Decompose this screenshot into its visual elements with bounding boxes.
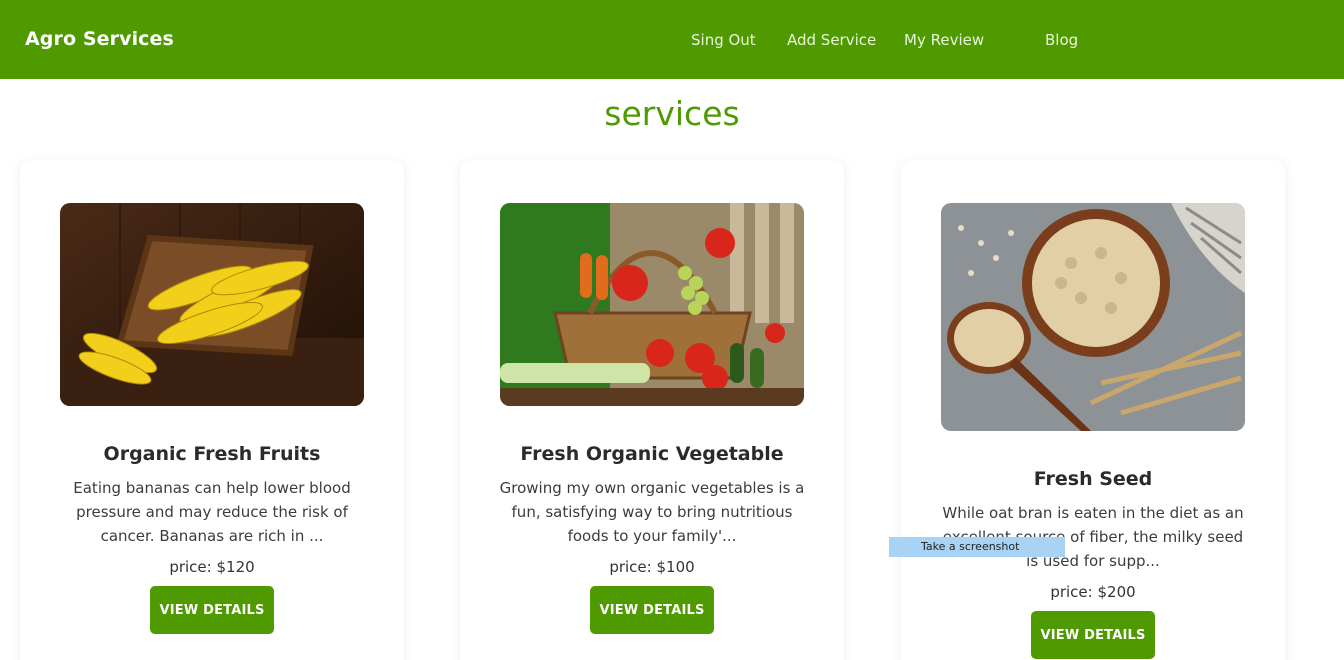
card-title: Organic Fresh Fruits xyxy=(103,443,321,465)
nav-link-sign-out[interactable]: Sing Out xyxy=(691,31,756,49)
card-price: price: $100 xyxy=(609,558,695,576)
page-title: services xyxy=(604,94,740,133)
nav-link-blog[interactable]: Blog xyxy=(1045,31,1078,49)
service-card-vegetables: Fresh Organic Vegetable Growing my own o… xyxy=(460,160,844,660)
top-navbar: Agro Services Sing Out Add Service My Re… xyxy=(0,0,1344,79)
view-details-button[interactable]: VIEW DETAILS xyxy=(150,586,274,634)
service-card-fruits: Organic Fresh Fruits Eating bananas can … xyxy=(20,160,404,660)
service-card-seeds: Fresh Seed While oat bran is eaten in th… xyxy=(901,160,1285,660)
bananas-crate-image xyxy=(60,203,364,406)
card-title: Fresh Organic Vegetable xyxy=(520,443,784,465)
vegetable-basket-image xyxy=(500,203,804,406)
nav-link-add-service[interactable]: Add Service xyxy=(787,31,876,49)
view-details-button[interactable]: VIEW DETAILS xyxy=(590,586,714,634)
card-description: Growing my own organic vegetables is a f… xyxy=(499,479,805,545)
card-price: price: $200 xyxy=(1050,583,1136,601)
card-title: Fresh Seed xyxy=(1033,468,1153,490)
card-price: price: $120 xyxy=(169,558,255,576)
oat-seeds-bowl-image xyxy=(941,203,1245,431)
screenshot-tooltip: Take a screenshot xyxy=(889,537,1065,557)
brand-logo-text[interactable]: Agro Services xyxy=(25,28,174,50)
nav-link-my-review[interactable]: My Review xyxy=(904,31,984,49)
view-details-button[interactable]: VIEW DETAILS xyxy=(1031,611,1155,659)
card-description: Eating bananas can help lower blood pres… xyxy=(73,479,351,545)
